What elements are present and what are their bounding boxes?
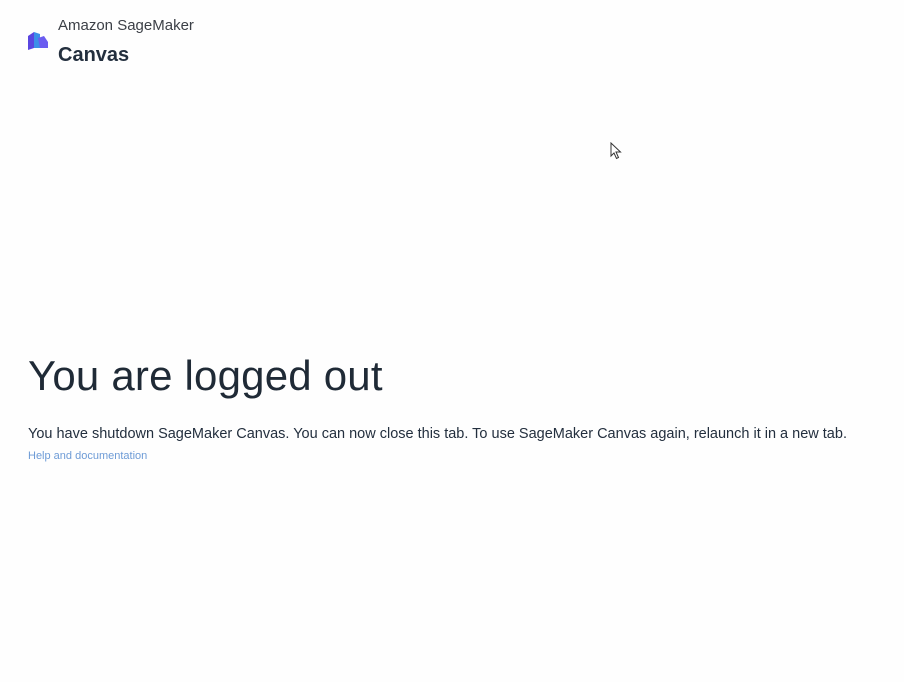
logged-out-page: Amazon SageMaker Canvas You are logged o…: [0, 0, 904, 682]
help-documentation-link[interactable]: Help and documentation: [28, 450, 147, 462]
app-title: Canvas: [58, 44, 130, 66]
brand: Amazon SageMaker Canvas: [58, 16, 194, 68]
product-name: Amazon SageMaker: [58, 17, 194, 34]
mouse-pointer-icon: [610, 141, 622, 160]
logout-content: You are logged out You have shutdown Sag…: [28, 348, 888, 464]
sagemaker-canvas-logo-icon: [26, 28, 50, 52]
page-title: You are logged out: [28, 352, 383, 399]
app-header: Amazon SageMaker Canvas: [0, 0, 904, 82]
logout-message: You have shutdown SageMaker Canvas. You …: [28, 426, 847, 442]
